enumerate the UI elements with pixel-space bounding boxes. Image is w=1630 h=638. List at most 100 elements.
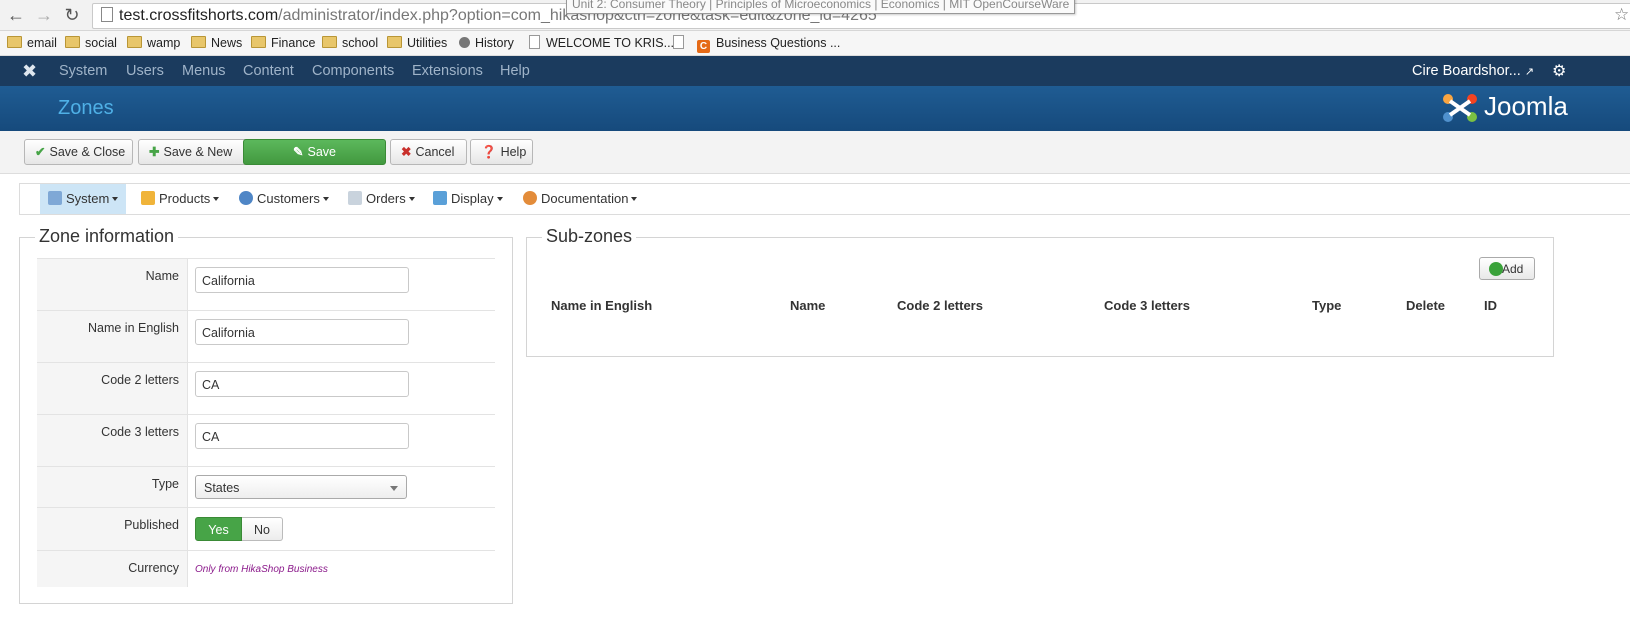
joomla-logo-icon[interactable]: ✖ (22, 61, 42, 81)
display-icon (433, 191, 447, 205)
bookmark-business-questions[interactable]: C Business Questions ... (697, 35, 840, 53)
code3-label-cell: Code 3 letters (37, 415, 188, 467)
column-header-name[interactable]: Name (790, 298, 825, 313)
published-yes-button[interactable]: Yes (195, 517, 242, 541)
name-label: Name (145, 269, 179, 283)
bookmark-star-icon[interactable]: ☆ (1614, 5, 1629, 25)
bookmark-news[interactable]: News (191, 35, 242, 51)
admin-menu-system[interactable]: System (59, 63, 107, 79)
published-row: Published Yes No (37, 507, 495, 551)
currency-note: Only from HikaShop Business (195, 564, 328, 575)
forward-arrow-icon[interactable]: → (33, 4, 55, 26)
bookmark-welcome[interactable]: WELCOME TO KRIS... (529, 35, 674, 51)
bookmark-wamp[interactable]: wamp (127, 35, 180, 51)
published-no-button[interactable]: No (242, 517, 283, 541)
admin-navbar: ✖ System Users Menus Content Components … (0, 56, 1630, 86)
bookmark-finance[interactable]: Finance (251, 35, 315, 51)
users-icon (239, 191, 253, 205)
help-label: Help (500, 145, 527, 159)
folder-icon (387, 36, 402, 48)
column-header-code2[interactable]: Code 2 letters (897, 298, 983, 313)
column-header-delete[interactable]: Delete (1406, 298, 1445, 313)
check-icon: ✔ (35, 145, 46, 159)
published-label: Published (124, 518, 179, 532)
hika-menu-products[interactable]: Products (141, 184, 220, 214)
name-english-label-cell: Name in English (37, 311, 188, 363)
bookmark-label: school (342, 36, 379, 50)
column-header-name-english[interactable]: Name in English (551, 298, 652, 313)
code3-label: Code 3 letters (101, 425, 179, 439)
column-header-code3[interactable]: Code 3 letters (1104, 298, 1190, 313)
back-arrow-icon[interactable]: ← (5, 4, 27, 26)
folder-icon (65, 36, 80, 48)
caret-down-icon (112, 197, 119, 201)
code2-row: Code 2 letters CA (37, 362, 495, 415)
hika-menu-display[interactable]: Display (433, 184, 503, 214)
admin-menu-content[interactable]: Content (243, 63, 294, 79)
save-close-button[interactable]: ✔ Save & Close (24, 139, 133, 165)
bookmark-label: Utilities (407, 36, 448, 50)
bookmark-social[interactable]: social (65, 35, 117, 51)
subzones-fieldset: Sub-zones (526, 226, 1554, 357)
user-menu[interactable]: Cire Boardshor... ↗ (1412, 63, 1534, 79)
name-english-label: Name in English (87, 321, 179, 335)
bookmark-label: social (85, 36, 117, 50)
name-english-row: Name in English California (37, 310, 495, 363)
zone-information-fieldset: Zone information Name California Name in… (19, 226, 513, 604)
orders-icon (348, 191, 362, 205)
caret-down-icon (408, 197, 415, 201)
bookmark-history[interactable]: History (459, 35, 514, 51)
currency-label: Currency (128, 561, 179, 575)
save-close-label: Save & Close (49, 145, 126, 159)
action-toolbar: ✔ Save & Close ✚ Save & New ✎ Save ✖ Cancel … (0, 131, 1630, 174)
caret-down-icon (631, 197, 638, 201)
bookmark-utilities[interactable]: Utilities (387, 35, 447, 51)
code2-field[interactable]: CA (195, 371, 409, 397)
reload-icon[interactable]: ↻ (61, 4, 83, 26)
folder-icon (322, 36, 337, 48)
page-icon (673, 35, 684, 49)
admin-menu-extensions[interactable]: Extensions (412, 63, 483, 79)
help-button[interactable]: ❓ Help (470, 139, 533, 165)
type-label-cell: Type (37, 467, 188, 508)
hika-menu-label: Customers (257, 191, 320, 206)
joomla-brand-icon (1443, 94, 1477, 122)
type-select[interactable]: States (195, 475, 407, 499)
name-field[interactable]: California (195, 267, 409, 293)
currency-label-cell: Currency (37, 551, 188, 587)
hika-menu-orders[interactable]: Orders (348, 184, 415, 214)
gear-icon[interactable]: ⚙ (1552, 61, 1566, 81)
folder-icon (251, 36, 266, 48)
add-subzone-button[interactable]: Add (1479, 257, 1535, 280)
bookmark-blank[interactable] (673, 35, 690, 51)
code3-field[interactable]: CA (195, 423, 409, 449)
add-label: Add (1502, 262, 1524, 276)
dropdown-arrow-icon (390, 486, 398, 491)
hika-menu-documentation[interactable]: Documentation (523, 184, 638, 214)
column-header-id[interactable]: ID (1484, 298, 1497, 313)
admin-menu-components[interactable]: Components (312, 63, 394, 79)
hika-menu-customers[interactable]: Customers (239, 184, 329, 214)
question-icon: ❓ (481, 145, 497, 159)
name-english-field[interactable]: California (195, 319, 409, 345)
cancel-label: Cancel (415, 145, 455, 159)
admin-menu-help[interactable]: Help (500, 63, 530, 79)
bookmark-email[interactable]: email (7, 35, 57, 51)
admin-menu-menus[interactable]: Menus (182, 63, 226, 79)
bookmark-label: News (211, 36, 243, 50)
save-new-button[interactable]: ✚ Save & New (138, 139, 249, 165)
bookmark-school[interactable]: school (322, 35, 378, 51)
name-label-cell: Name (37, 259, 188, 311)
bookmark-label: email (27, 36, 57, 50)
published-label-cell: Published (37, 508, 188, 551)
save-label: Save (307, 145, 336, 159)
box-icon (141, 191, 155, 205)
browser-toolbar: ← → ↻ test.crossfitshorts.com/administra… (0, 0, 1630, 31)
code3-row: Code 3 letters CA (37, 414, 495, 467)
save-button[interactable]: ✎ Save (243, 139, 386, 165)
bookmark-label: History (475, 36, 514, 50)
admin-menu-users[interactable]: Users (126, 63, 164, 79)
column-header-type[interactable]: Type (1312, 298, 1341, 313)
cancel-button[interactable]: ✖ Cancel (390, 139, 467, 165)
hika-menu-system[interactable]: System (40, 184, 127, 214)
